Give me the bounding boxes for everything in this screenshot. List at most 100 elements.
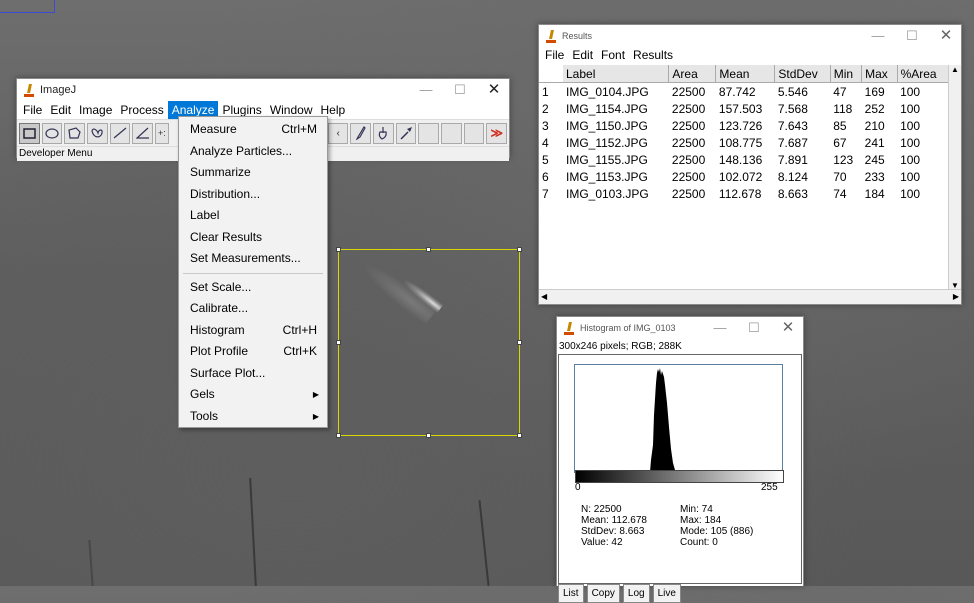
roi-handle[interactable] <box>517 340 522 345</box>
imagej-icon <box>24 84 34 97</box>
scroll-left-icon[interactable]: ◀ <box>541 292 547 301</box>
list-button[interactable]: List <box>558 584 584 603</box>
table-row[interactable]: 3 IMG_1150.JPG 22500 123.726 7.643 85 210 100 <box>539 117 949 134</box>
column-header[interactable] <box>539 65 563 83</box>
window-title: ImageJ <box>40 84 77 96</box>
table-row[interactable]: 1 IMG_0104.JPG 22500 87.742 5.546 47 169 100 <box>539 83 949 101</box>
menu-item-surface-plot[interactable]: Surface Plot... <box>179 363 327 385</box>
scroll-up-icon[interactable]: ▲ <box>951 65 959 74</box>
menu-image[interactable]: Image <box>75 101 116 119</box>
roi-selection[interactable] <box>336 247 522 438</box>
menu-item-set-scale[interactable]: Set Scale... <box>179 277 327 299</box>
copy-button[interactable]: Copy <box>586 584 620 603</box>
live-button[interactable]: Live <box>652 584 681 603</box>
menu-item-measure[interactable]: Measure Ctrl+M <box>179 119 327 141</box>
table-row[interactable]: 2 IMG_1154.JPG 22500 157.503 7.568 118 252 100 <box>539 100 949 117</box>
roi-handle[interactable] <box>336 247 341 252</box>
empty-tool-slot[interactable] <box>418 122 440 144</box>
menu-edit[interactable]: Edit <box>46 101 75 119</box>
menu-item-summarize[interactable]: Summarize <box>179 162 327 184</box>
close-button[interactable]: ✕ <box>479 79 509 101</box>
table-cell: 7.687 <box>777 135 808 150</box>
log-button[interactable]: Log <box>622 584 650 603</box>
minimize-button[interactable]: — <box>411 79 441 101</box>
table-cell: 22500 <box>671 101 706 116</box>
row-number: 4 <box>542 135 549 150</box>
dropper-tool-icon[interactable] <box>373 122 394 144</box>
results-menu-results[interactable]: Results <box>629 46 677 64</box>
menu-item-shortcut: Ctrl+H <box>282 322 317 337</box>
empty-tool-slot[interactable] <box>463 122 485 144</box>
roi-handle[interactable] <box>517 247 522 252</box>
lut-tool-icon[interactable]: ‹ <box>327 122 349 144</box>
table-row[interactable]: 4 IMG_1152.JPG 22500 108.775 7.687 67 241 100 <box>539 134 949 151</box>
menu-item-analyze-particles[interactable]: Analyze Particles... <box>179 141 327 163</box>
table-cell: 87.742 <box>718 84 756 99</box>
grayscale-ramp <box>575 470 784 483</box>
menu-file[interactable]: File <box>19 101 46 119</box>
minimize-button[interactable]: — <box>705 317 735 339</box>
menu-item-tools[interactable]: Tools ▶ <box>179 406 327 428</box>
close-button[interactable]: ✕ <box>773 317 803 339</box>
results-menu-font[interactable]: Font <box>597 46 629 64</box>
line-tool-icon[interactable] <box>109 122 131 144</box>
menu-process[interactable]: Process <box>116 101 167 119</box>
close-button[interactable]: ✕ <box>931 25 961 47</box>
more-tools-icon[interactable]: ≫ <box>486 122 508 144</box>
column-header[interactable]: Mean <box>715 65 776 83</box>
minimize-button[interactable]: — <box>863 25 893 47</box>
results-titlebar[interactable]: Results — ☐ ✕ <box>539 25 961 47</box>
menu-item-histogram[interactable]: Histogram Ctrl+H <box>179 320 327 342</box>
table-cell: 22500 <box>671 118 706 133</box>
menu-item-label[interactable]: Label <box>179 205 327 227</box>
maximize-button[interactable]: ☐ <box>445 79 475 101</box>
column-header[interactable]: Min <box>830 65 863 83</box>
freehand-tool-icon[interactable] <box>86 122 108 144</box>
menu-item-set-measurements[interactable]: Set Measurements... <box>179 248 327 270</box>
scroll-right-icon[interactable]: ▶ <box>953 292 959 301</box>
histogram-titlebar[interactable]: Histogram of IMG_0103 — ☐ ✕ <box>557 317 803 339</box>
histogram-plot <box>574 364 783 473</box>
polygon-tool-icon[interactable] <box>64 122 85 144</box>
results-menu-file[interactable]: File <box>541 46 568 64</box>
stat-value: Value: 42 <box>581 537 623 548</box>
menu-item-calibrate[interactable]: Calibrate... <box>179 298 327 320</box>
roi-handle[interactable] <box>426 433 431 438</box>
table-cell: 123.726 <box>718 118 763 133</box>
menu-item-distribution[interactable]: Distribution... <box>179 184 327 206</box>
roi-handle[interactable] <box>426 247 431 252</box>
point-tool-icon[interactable]: +: <box>154 122 169 144</box>
maximize-button[interactable]: ☐ <box>739 317 769 339</box>
imagej-titlebar[interactable]: ImageJ — ☐ ✕ <box>17 79 509 101</box>
menu-item-label: Distribution... <box>190 186 261 201</box>
roi-handle[interactable] <box>336 433 341 438</box>
angle-tool-icon[interactable] <box>132 122 153 144</box>
rectangle-tool-icon[interactable] <box>19 122 40 144</box>
menu-item-plot-profile[interactable]: Plot Profile Ctrl+K <box>179 341 327 363</box>
roi-handle[interactable] <box>336 340 341 345</box>
empty-tool-slot[interactable] <box>441 122 462 144</box>
table-cell: 102.072 <box>718 169 763 184</box>
histogram-window: Histogram of IMG_0103 — ☐ ✕ 300x246 pixe… <box>556 316 804 603</box>
column-header[interactable]: StdDev <box>774 65 831 83</box>
results-title: Results <box>562 31 593 41</box>
brush-tool-icon[interactable] <box>350 122 372 144</box>
column-header[interactable]: Area <box>668 65 717 83</box>
horizontal-scrollbar[interactable]: ◀ ▶ <box>539 289 961 304</box>
table-row[interactable]: 6 IMG_1153.JPG 22500 102.072 8.124 70 233 100 <box>539 168 949 185</box>
column-header[interactable]: %Area <box>897 65 949 83</box>
menu-item-gels[interactable]: Gels ▶ <box>179 384 327 406</box>
column-header[interactable]: Max <box>861 65 898 83</box>
pipette-tool-icon[interactable] <box>395 122 417 144</box>
table-row[interactable]: 5 IMG_1155.JPG 22500 148.136 7.891 123 245 100 <box>539 151 949 168</box>
results-menu-edit[interactable]: Edit <box>568 46 597 64</box>
column-header[interactable]: Label <box>563 65 670 83</box>
menu-item-clear-results[interactable]: Clear Results <box>179 227 327 249</box>
roi-handle[interactable] <box>517 433 522 438</box>
table-cell: 47 <box>833 84 847 99</box>
table-row[interactable]: 7 IMG_0103.JPG 22500 112.678 8.663 74 184 100 <box>539 185 949 202</box>
oval-tool-icon[interactable] <box>41 122 63 144</box>
maximize-button[interactable]: ☐ <box>897 25 927 47</box>
vertical-scrollbar[interactable]: ▲ ▼ <box>948 65 961 290</box>
table-cell: IMG_0104.JPG <box>566 84 649 99</box>
